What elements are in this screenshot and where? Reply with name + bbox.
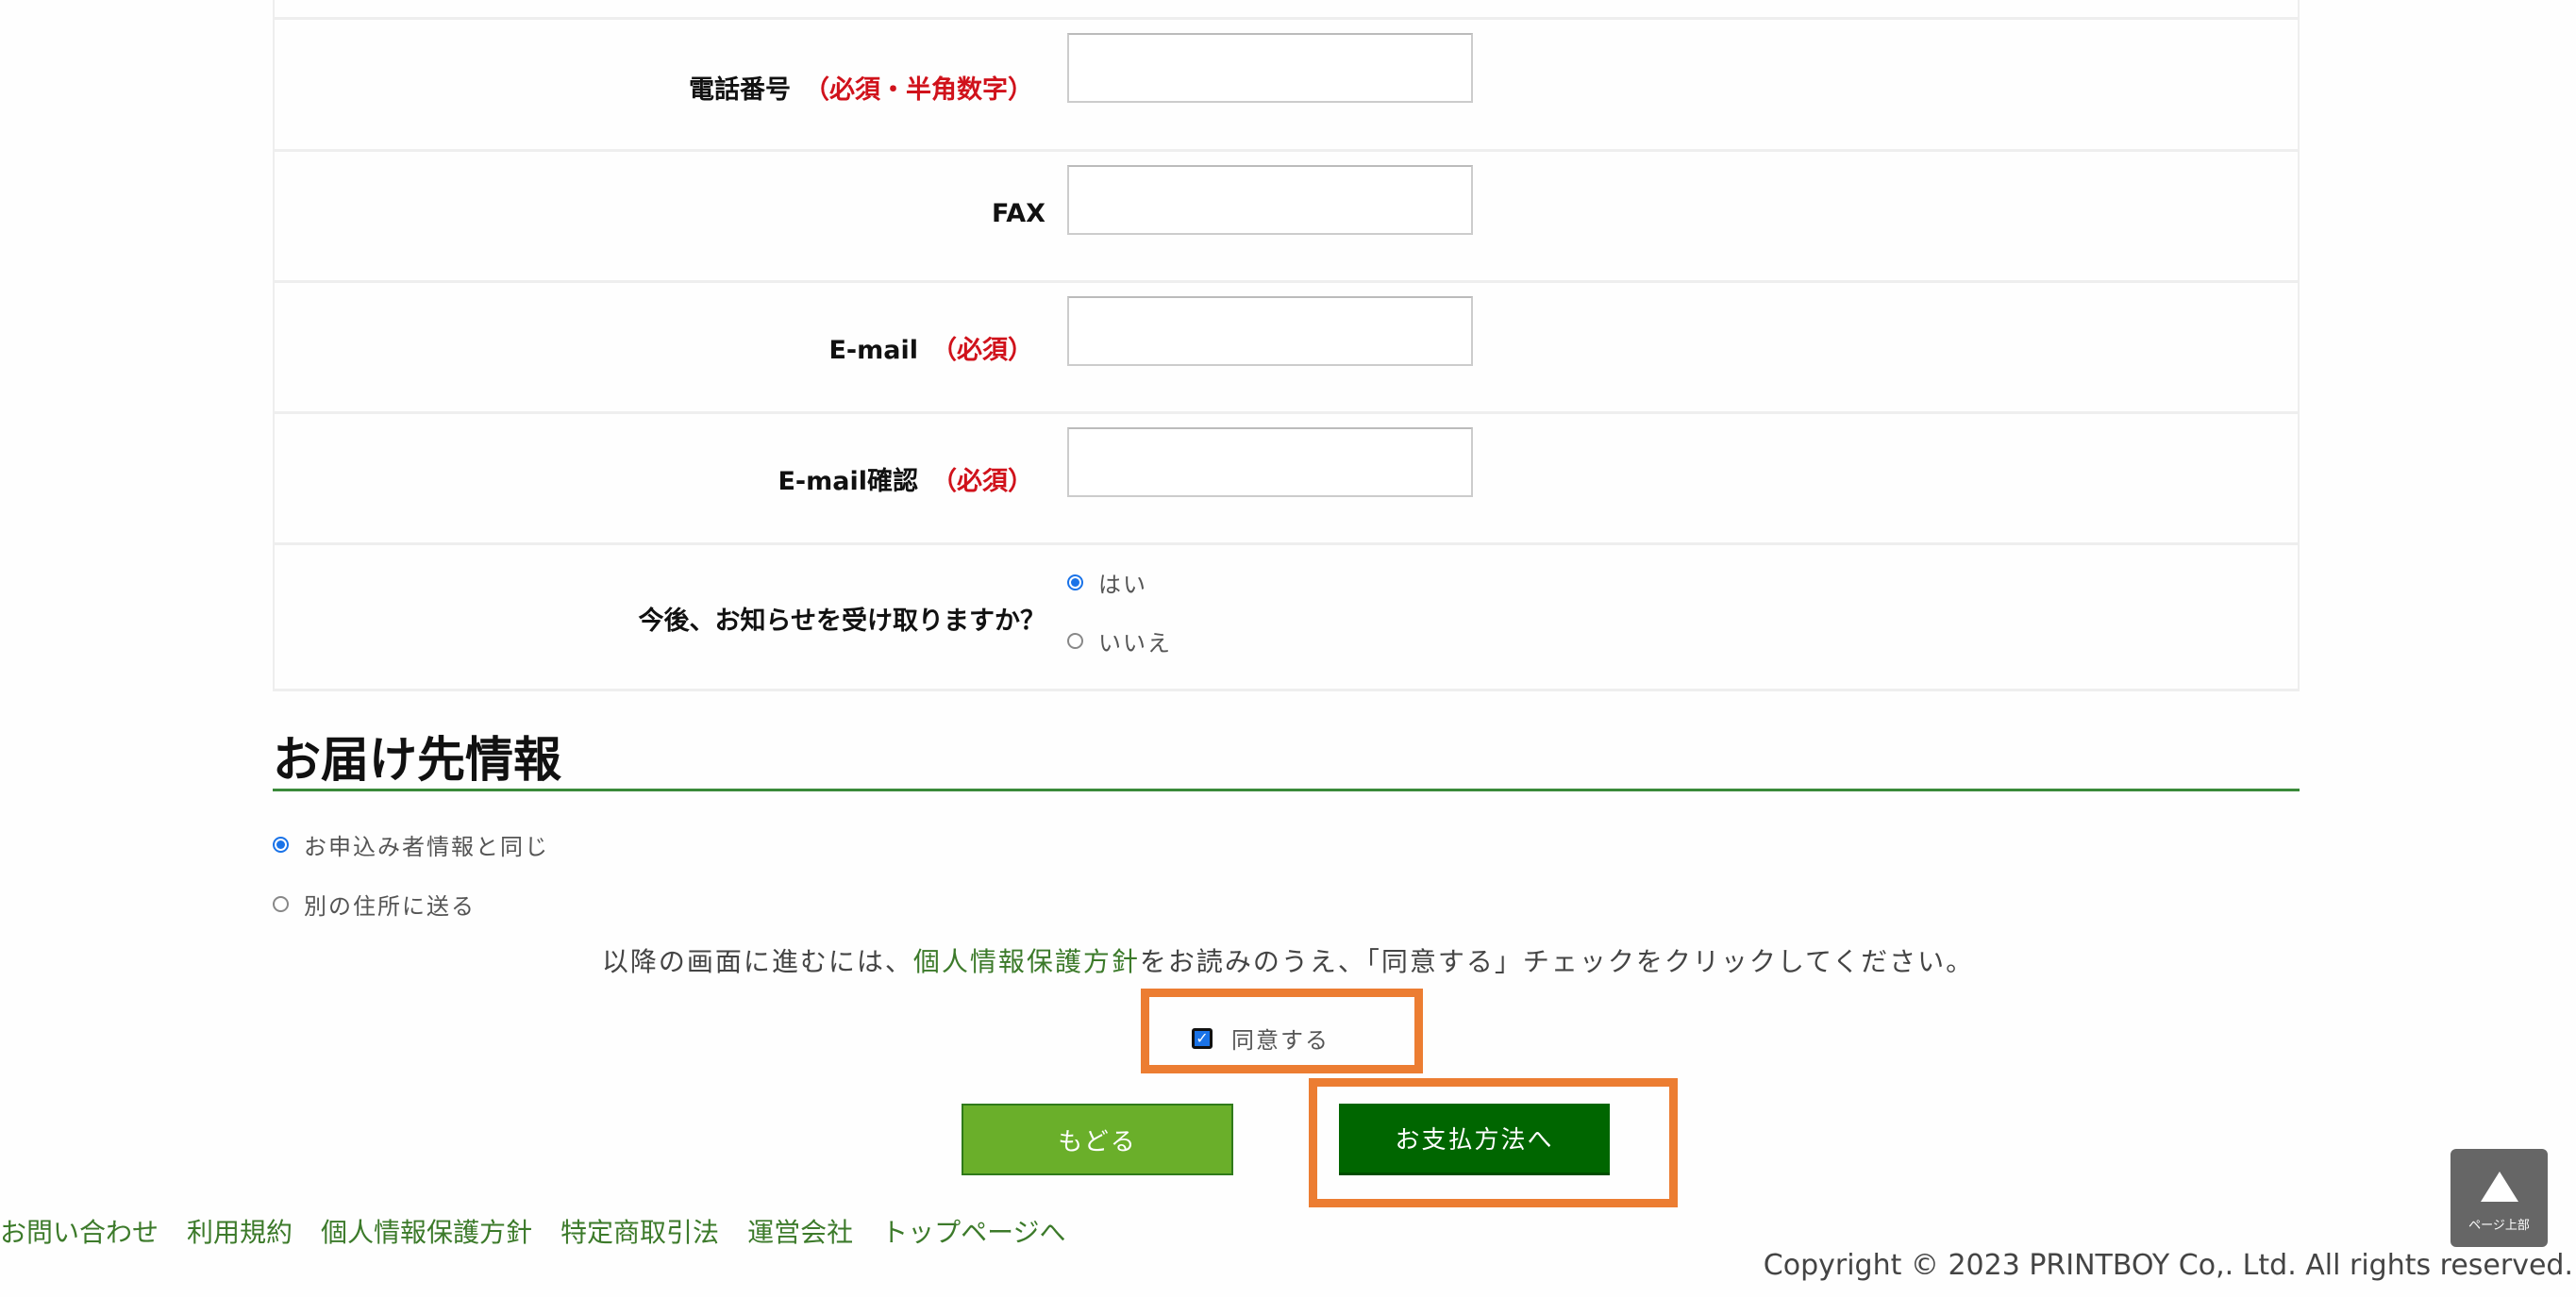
- consent-notice: 以降の画面に進むには、個人情報保護方針をお読みのうえ、「同意する」チェックをクリ…: [0, 941, 2576, 979]
- newsletter-label: 今後、お知らせを受け取りますか？: [638, 607, 1045, 636]
- phone-input[interactable]: [1067, 33, 1473, 103]
- required-mark: （必須・半角数字）: [804, 75, 1033, 105]
- email-label-text: E-mail: [828, 336, 918, 365]
- notice-text: をお読みのうえ、「同意する」チェックをクリックしてください。: [1139, 946, 1975, 977]
- arrow-up-icon: [2480, 1171, 2518, 1202]
- form-row-phone: 電話番号 （必須・半角数字）: [275, 17, 2298, 149]
- email-confirm-label-text: E-mail確認: [778, 467, 918, 496]
- footer-nav: お問い合わせ 利用規約 個人情報保護方針 特定商取引法 運営会社 トップページへ: [0, 1212, 1095, 1250]
- checkbox-checked-icon[interactable]: ✓: [1192, 1027, 1213, 1049]
- required-mark: （必須）: [931, 467, 1033, 496]
- agree-checkbox[interactable]: ✓ 同意する: [1192, 1022, 1330, 1055]
- footer-link-privacy[interactable]: 個人情報保護方針: [321, 1217, 532, 1248]
- fax-input[interactable]: [1067, 165, 1473, 235]
- notice-text: 以降の画面に進むには、: [601, 946, 913, 977]
- contact-form-table: 電話番号 （必須・半角数字） FAX E-mail （必須） E-mail確認 （必須…: [273, 0, 2300, 691]
- newsletter-option-no[interactable]: いいえ: [1067, 624, 1172, 657]
- option-label: いいえ: [1098, 630, 1172, 657]
- form-row-fax: FAX: [275, 149, 2298, 280]
- back-button[interactable]: もどる: [962, 1104, 1233, 1175]
- heading-divider: [273, 789, 2300, 791]
- copyright: Copyright © 2023 PRINTBOY Co,. Ltd. All …: [1763, 1249, 2573, 1282]
- email-confirm-input[interactable]: [1067, 427, 1473, 497]
- footer-link-terms[interactable]: 利用規約: [187, 1217, 293, 1248]
- form-row-newsletter: 今後、お知らせを受け取りますか？ はい いいえ: [275, 542, 2298, 691]
- footer-link-commerce-law[interactable]: 特定商取引法: [560, 1217, 719, 1248]
- section-heading-delivery: お届け先情報: [273, 733, 562, 789]
- email-label: E-mail （必須）: [828, 329, 1033, 366]
- radio-selected-icon[interactable]: [273, 837, 289, 853]
- radio-selected-icon[interactable]: [1067, 574, 1083, 590]
- page-top-label: ページ上部: [2468, 1218, 2530, 1233]
- phone-label-text: 電話番号: [689, 75, 791, 105]
- radio-unselected-icon[interactable]: [1067, 633, 1083, 649]
- next-payment-button[interactable]: お支払方法へ: [1339, 1104, 1610, 1175]
- email-confirm-label: E-mail確認 （必須）: [778, 460, 1033, 497]
- radio-unselected-icon[interactable]: [273, 896, 289, 912]
- newsletter-option-yes[interactable]: はい: [1067, 566, 1147, 599]
- email-input[interactable]: [1067, 296, 1473, 366]
- phone-label: 電話番号 （必須・半角数字）: [689, 69, 1033, 106]
- agree-label: 同意する: [1231, 1027, 1330, 1054]
- form-row-email-confirm: E-mail確認 （必須）: [275, 411, 2298, 542]
- delivery-option-other[interactable]: 別の住所に送る: [273, 888, 476, 921]
- option-label: 別の住所に送る: [304, 893, 476, 920]
- page-top-button[interactable]: ページ上部: [2451, 1149, 2548, 1247]
- option-label: お申込み者情報と同じ: [304, 834, 549, 860]
- footer-link-company[interactable]: 運営会社: [747, 1217, 853, 1248]
- required-mark: （必須）: [931, 336, 1033, 365]
- delivery-option-same[interactable]: お申込み者情報と同じ: [273, 828, 549, 861]
- footer-link-top[interactable]: トップページへ: [881, 1217, 1065, 1248]
- fax-label-text: FAX: [991, 199, 1045, 228]
- form-row-email: E-mail （必須）: [275, 280, 2298, 411]
- footer-link-contact[interactable]: お問い合わせ: [0, 1217, 159, 1248]
- privacy-policy-link[interactable]: 個人情報保護方針: [913, 946, 1140, 977]
- fax-label: FAX: [992, 199, 1045, 228]
- option-label: はい: [1098, 572, 1147, 598]
